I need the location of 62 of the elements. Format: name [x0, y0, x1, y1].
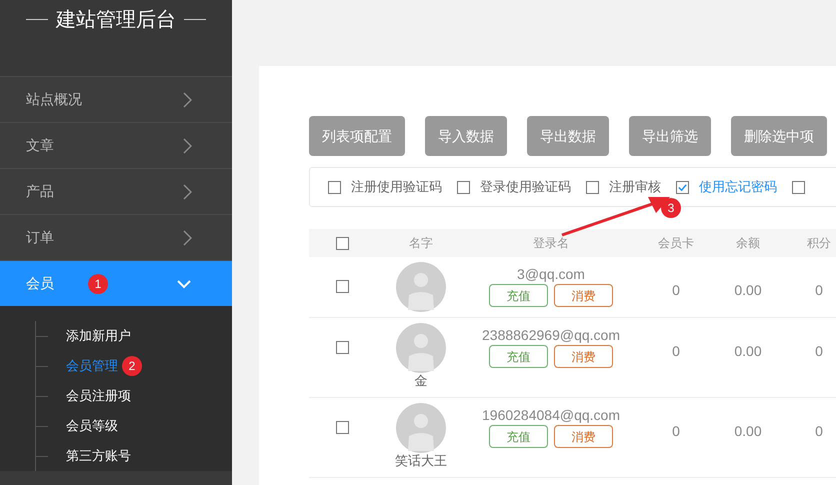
- column-header: 名字: [409, 235, 433, 252]
- number-badge: 1: [88, 274, 108, 294]
- menu-item[interactable]: 会员 1: [0, 260, 232, 306]
- column-header: 余额: [736, 235, 760, 252]
- chevron-down-icon: [176, 278, 192, 288]
- table-cell-text: 0: [815, 422, 823, 441]
- option-label: 注册使用验证码: [351, 178, 442, 196]
- chevron-right-icon: [183, 230, 192, 246]
- checkbox[interactable]: [457, 180, 470, 194]
- number-badge: 3: [661, 198, 681, 218]
- chevron-right-icon: [183, 138, 192, 154]
- chevron-right-icon: [183, 184, 192, 200]
- spend-button[interactable]: 消费: [554, 425, 613, 448]
- checkbox[interactable]: [336, 341, 348, 354]
- avatar-icon: [396, 262, 446, 312]
- column-header: 登录名: [533, 235, 569, 252]
- option-label: 登录使用验证码: [480, 178, 571, 196]
- table-cell-text: 0: [815, 342, 823, 361]
- recharge-button[interactable]: 充值: [489, 425, 548, 448]
- member-name: 笑话大王: [395, 453, 447, 469]
- avatar-icon: [396, 323, 446, 373]
- toolbar-button[interactable]: 导出筛选: [629, 116, 711, 156]
- submenu-item[interactable]: 第三方账号: [66, 446, 131, 466]
- table-cell-text: 0: [672, 422, 680, 441]
- column-header: 会员卡: [658, 235, 694, 252]
- submenu-item[interactable]: 添加新用户: [66, 326, 131, 346]
- checkbox[interactable]: [328, 180, 341, 194]
- checkbox[interactable]: [336, 421, 348, 434]
- spend-button[interactable]: 消费: [554, 345, 613, 368]
- toolbar-button[interactable]: 导入数据: [425, 116, 507, 156]
- toolbar-button[interactable]: 删除选中项: [731, 116, 827, 156]
- checkbox[interactable]: [336, 236, 348, 250]
- checkbox[interactable]: [676, 180, 689, 194]
- checkbox[interactable]: [336, 280, 348, 293]
- checkbox[interactable]: [792, 180, 805, 194]
- checkbox[interactable]: [586, 180, 599, 194]
- spend-button[interactable]: 消费: [554, 284, 613, 307]
- option-label: 使用忘记密码: [699, 178, 777, 196]
- table-cell-text: 0: [672, 342, 680, 361]
- login-email: 3@qq.com: [517, 265, 585, 283]
- submenu-item[interactable]: 会员注册项: [66, 386, 131, 406]
- table-cell-text: 0.00: [734, 281, 762, 300]
- member-name: 金: [414, 373, 428, 389]
- table-cell-text: 0: [815, 281, 823, 300]
- recharge-button[interactable]: 充值: [489, 284, 548, 307]
- column-header: 积分: [807, 235, 831, 252]
- check-icon: [678, 182, 687, 192]
- submenu-item[interactable]: 会员管理: [66, 356, 118, 376]
- login-email: 2388862969@qq.com: [482, 326, 620, 344]
- app-title: 建站管理后台: [56, 8, 176, 33]
- table-cell-text: 0: [672, 281, 680, 300]
- recharge-button[interactable]: 充值: [489, 345, 548, 368]
- login-email: 1960284084@qq.com: [482, 406, 620, 424]
- chevron-right-icon: [183, 92, 192, 108]
- table-cell-text: 0.00: [734, 422, 762, 441]
- toolbar-button[interactable]: 列表项配置: [309, 116, 405, 156]
- table-cell-text: 0.00: [734, 342, 762, 361]
- toolbar-button[interactable]: 导出数据: [527, 116, 609, 156]
- submenu-item[interactable]: 会员等级: [66, 416, 118, 436]
- number-badge: 2: [122, 356, 142, 376]
- avatar-icon: [396, 403, 446, 453]
- option-label: 注册审核: [609, 178, 661, 196]
